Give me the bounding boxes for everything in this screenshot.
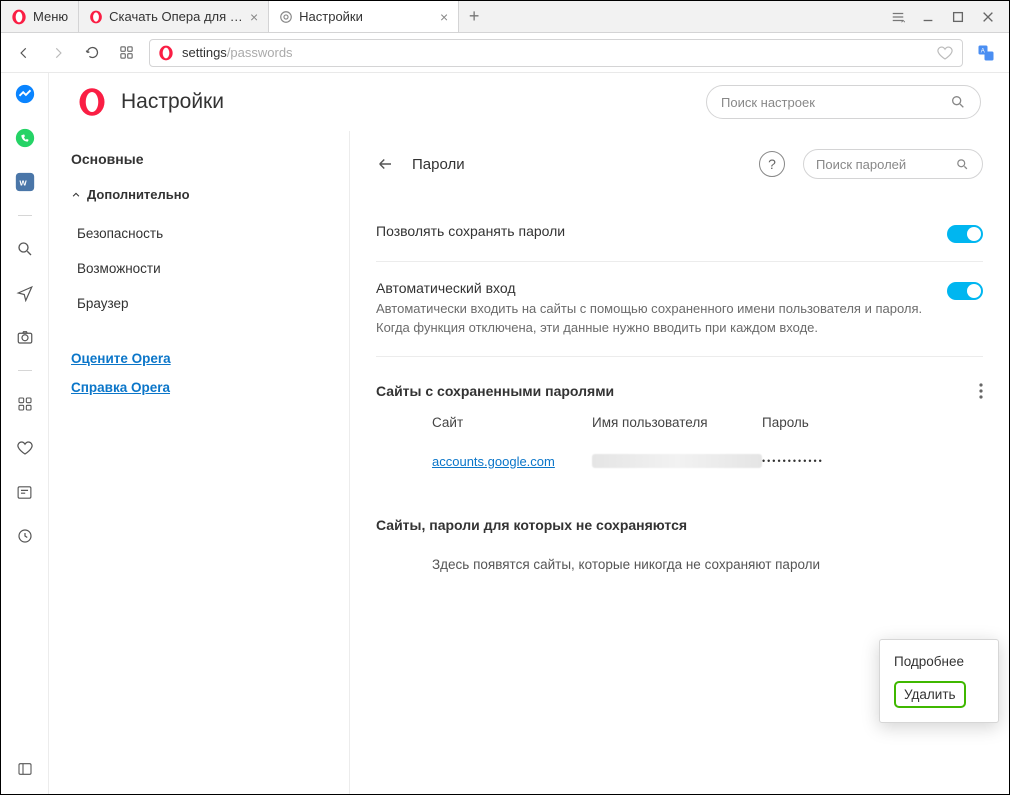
username-hidden bbox=[592, 454, 762, 468]
nav-forward-button[interactable] bbox=[47, 42, 69, 64]
tab-opera-download[interactable]: Скачать Опера для компь... × bbox=[79, 1, 269, 32]
svg-text:w: w bbox=[18, 178, 27, 188]
address-bar[interactable]: settings/passwords bbox=[149, 39, 963, 67]
opera-logo-icon bbox=[77, 87, 107, 117]
search-icon bbox=[950, 94, 966, 110]
search-icon[interactable] bbox=[14, 238, 36, 260]
translate-icon[interactable]: A bbox=[975, 42, 997, 64]
back-button[interactable] bbox=[376, 155, 394, 173]
grid-icon[interactable] bbox=[14, 393, 36, 415]
autologin-toggle[interactable] bbox=[947, 282, 983, 300]
sidebar-separator bbox=[18, 215, 32, 216]
new-tab-button[interactable]: + bbox=[459, 1, 489, 32]
speed-dial-button[interactable] bbox=[115, 42, 137, 64]
sidebar-item-advanced[interactable]: Дополнительно bbox=[71, 187, 327, 202]
password-mask: •••••••••••• bbox=[762, 456, 983, 466]
send-icon[interactable] bbox=[14, 282, 36, 304]
help-opera-link[interactable]: Справка Opera bbox=[71, 380, 327, 395]
column-user: Имя пользователя bbox=[592, 415, 762, 430]
section-title: Пароли bbox=[412, 156, 465, 173]
saved-passwords-heading: Сайты с сохраненными паролями bbox=[376, 383, 614, 399]
sidebar-collapse-icon[interactable] bbox=[14, 758, 36, 780]
camera-icon[interactable] bbox=[14, 326, 36, 348]
opera-logo-icon bbox=[11, 9, 27, 25]
more-menu-icon[interactable] bbox=[979, 383, 983, 399]
sidebar-item-basic[interactable]: Основные bbox=[71, 151, 327, 167]
history-icon[interactable] bbox=[14, 525, 36, 547]
settings-search-input[interactable]: Поиск настроек bbox=[706, 85, 981, 119]
messenger-icon[interactable] bbox=[14, 83, 36, 105]
menu-delete[interactable]: Удалить bbox=[894, 681, 966, 708]
tab-label: Скачать Опера для компь... bbox=[109, 9, 244, 24]
chevron-up-icon bbox=[71, 190, 81, 200]
autologin-label: Автоматический вход bbox=[376, 280, 927, 296]
whatsapp-icon[interactable] bbox=[14, 127, 36, 149]
gear-icon bbox=[279, 10, 293, 24]
tab-label: Настройки bbox=[299, 9, 434, 24]
heart-icon[interactable] bbox=[936, 44, 954, 62]
autologin-description: Автоматически входить на сайты с помощью… bbox=[376, 300, 927, 338]
password-search-input[interactable]: Поиск паролей bbox=[803, 149, 983, 179]
menu-details[interactable]: Подробнее bbox=[892, 648, 986, 675]
help-icon[interactable]: ? bbox=[759, 151, 785, 177]
maximize-icon[interactable] bbox=[951, 10, 965, 24]
close-tab-icon[interactable]: × bbox=[250, 9, 258, 25]
save-passwords-toggle[interactable] bbox=[947, 225, 983, 243]
heart-icon[interactable] bbox=[14, 437, 36, 459]
save-passwords-label: Позволять сохранять пароли bbox=[376, 223, 927, 239]
search-placeholder: Поиск настроек bbox=[721, 95, 950, 110]
nav-back-button[interactable] bbox=[13, 42, 35, 64]
search-icon bbox=[955, 157, 970, 172]
column-password: Пароль bbox=[762, 415, 983, 430]
svg-text:A: A bbox=[981, 48, 985, 54]
sidebar-item-security[interactable]: Безопасность bbox=[77, 216, 327, 251]
sidebar-item-browser[interactable]: Браузер bbox=[77, 286, 327, 321]
site-link[interactable]: accounts.google.com bbox=[432, 454, 592, 469]
close-icon[interactable] bbox=[981, 10, 995, 24]
password-row[interactable]: accounts.google.com •••••••••••• bbox=[376, 440, 983, 483]
address-text: settings/passwords bbox=[182, 45, 293, 60]
search-placeholder: Поиск паролей bbox=[816, 157, 955, 172]
news-icon[interactable] bbox=[14, 481, 36, 503]
reload-button[interactable] bbox=[81, 42, 103, 64]
menu-label: Меню bbox=[33, 9, 68, 24]
vk-icon[interactable]: w bbox=[14, 171, 36, 193]
opera-logo-icon bbox=[89, 10, 103, 24]
close-tab-icon[interactable]: × bbox=[440, 9, 448, 25]
menu-button[interactable]: Меню bbox=[1, 1, 79, 32]
sidebar-separator bbox=[18, 370, 32, 371]
tab-settings[interactable]: Настройки × bbox=[269, 1, 459, 32]
never-saved-heading: Сайты, пароли для которых не сохраняются bbox=[376, 517, 687, 533]
rate-opera-link[interactable]: Оцените Opera bbox=[71, 351, 327, 366]
sidebar-item-features[interactable]: Возможности bbox=[77, 251, 327, 286]
page-title: Настройки bbox=[121, 90, 224, 114]
column-site: Сайт bbox=[432, 415, 592, 430]
menu-bars-icon[interactable] bbox=[891, 10, 905, 24]
minimize-icon[interactable] bbox=[921, 10, 935, 24]
never-saved-empty: Здесь появятся сайты, которые никогда не… bbox=[376, 533, 983, 572]
opera-logo-icon bbox=[158, 45, 174, 61]
row-context-menu: Подробнее Удалить bbox=[879, 639, 999, 723]
